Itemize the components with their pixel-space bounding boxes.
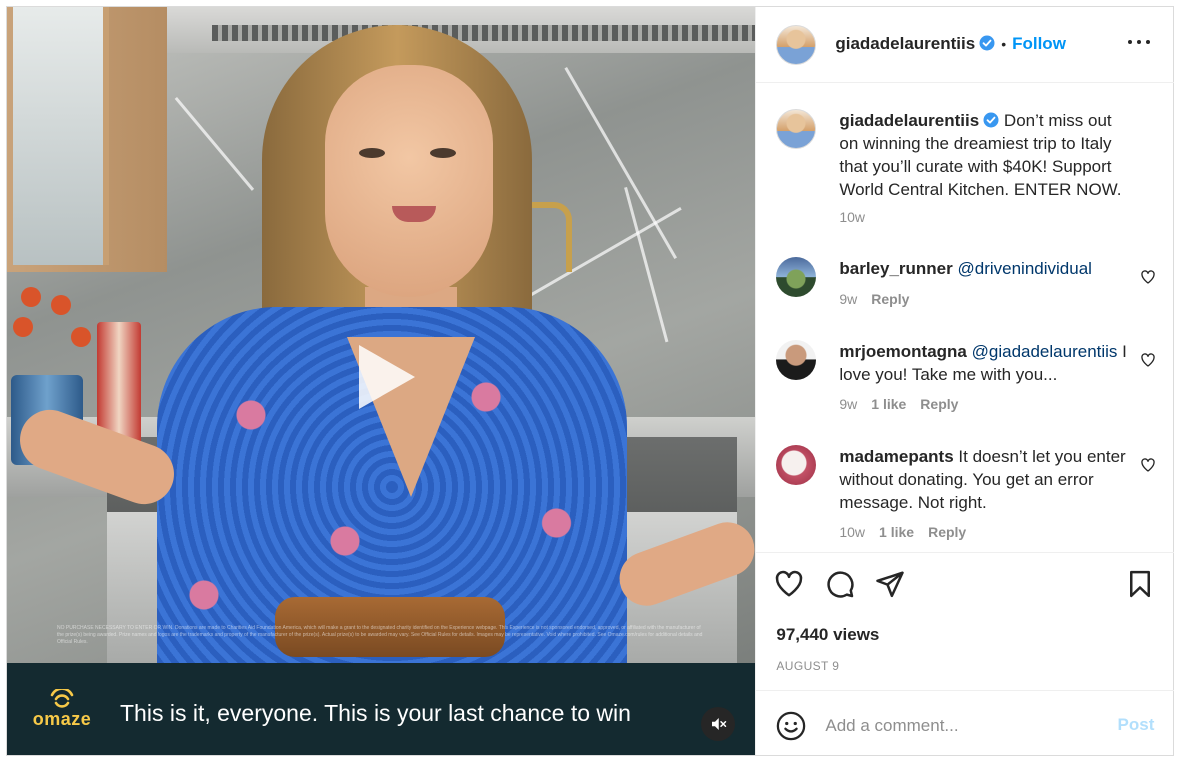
video-caption-bar: omaze This is it, everyone. This is your…	[7, 663, 756, 755]
comment-time[interactable]: 10w	[839, 524, 865, 540]
author-avatar[interactable]	[776, 109, 817, 149]
post-header: giadadelaurentiis • Follow	[756, 7, 1175, 83]
comments-list[interactable]: giadadelaurentiis Don’t miss out on winn…	[756, 84, 1174, 552]
commenter-avatar[interactable]	[776, 257, 817, 297]
comment-text[interactable]: @drivenindividual	[957, 259, 1091, 278]
presenter-eye	[359, 148, 385, 158]
post-details-panel: giadadelaurentiis • Follow giadadelaurenti…	[755, 7, 1175, 755]
like-heart-icon[interactable]	[774, 569, 804, 599]
omaze-wordmark: omaze	[32, 709, 92, 729]
video-player[interactable]: NO PURCHASE NECESSARY TO ENTER OR WIN. D…	[7, 7, 756, 755]
reply-button[interactable]: Reply	[871, 291, 909, 307]
comment-time[interactable]: 9w	[839, 291, 857, 307]
omaze-logo-icon	[50, 689, 74, 708]
flowers	[11, 287, 91, 367]
author-avatar[interactable]	[776, 25, 817, 65]
follow-button[interactable]: Follow	[1012, 34, 1066, 53]
video-frame[interactable]: NO PURCHASE NECESSARY TO ENTER OR WIN. D…	[7, 7, 756, 663]
post-comment-button[interactable]: Post	[1118, 715, 1155, 735]
commenter-avatar[interactable]	[776, 340, 817, 380]
reply-button[interactable]: Reply	[928, 524, 966, 540]
separator-dot: •	[1001, 36, 1007, 52]
comment-likes[interactable]: 1 like	[879, 524, 914, 540]
caption-time[interactable]: 10w	[839, 209, 865, 225]
comment-input[interactable]	[825, 713, 1096, 739]
comment-meta: 10w 1 like Reply	[839, 524, 980, 540]
comment-body: barley_runner @drivenindividual	[839, 257, 1129, 280]
play-button[interactable]	[343, 337, 423, 417]
comment-mention[interactable]: @giadadelaurentiis	[972, 342, 1118, 361]
muted-speaker-icon	[712, 718, 727, 730]
comment-body: madamepants It doesn’t let you enter wit…	[839, 445, 1129, 514]
caption-body: giadadelaurentiis Don’t miss out on winn…	[839, 109, 1129, 201]
comment-username[interactable]: barley_runner	[839, 259, 952, 278]
legal-disclaimer: NO PURCHASE NECESSARY TO ENTER OR WIN. D…	[57, 625, 703, 645]
caption-meta: 10w	[839, 209, 879, 225]
play-icon	[359, 345, 415, 409]
verified-badge-icon	[979, 35, 995, 51]
video-caption: This is it, everyone. This is your last …	[120, 700, 631, 726]
post-actions: 97,440 views AUGUST 9	[756, 552, 1175, 690]
view-count[interactable]: 97,440 views	[776, 625, 879, 645]
header-meta: giadadelaurentiis • Follow	[835, 34, 1066, 54]
glass-cabinet	[7, 7, 167, 272]
like-comment-icon[interactable]	[1140, 457, 1156, 473]
comment-meta: 9w Reply	[839, 291, 923, 307]
comment-body: mrjoemontagna @giadadelaurentiis I love …	[839, 340, 1129, 386]
emoji-icon[interactable]	[776, 711, 806, 741]
comment-composer: Post	[756, 690, 1175, 755]
caption-username[interactable]: giadadelaurentiis	[839, 111, 979, 130]
author-username[interactable]: giadadelaurentiis	[835, 34, 975, 53]
presenter-eye	[430, 148, 456, 158]
comment-bubble-icon[interactable]	[825, 569, 855, 599]
comment-username[interactable]: madamepants	[839, 447, 953, 466]
mute-button[interactable]	[701, 707, 735, 741]
share-send-icon[interactable]	[875, 569, 905, 599]
commenter-avatar[interactable]	[776, 445, 817, 485]
comment-time[interactable]: 9w	[839, 396, 857, 412]
post-date[interactable]: AUGUST 9	[776, 659, 839, 673]
more-options-icon[interactable]	[1128, 40, 1151, 48]
like-comment-icon[interactable]	[1140, 352, 1156, 368]
post-dialog: NO PURCHASE NECESSARY TO ENTER OR WIN. D…	[6, 6, 1175, 756]
save-bookmark-icon[interactable]	[1125, 569, 1155, 599]
comment-username[interactable]: mrjoemontagna	[839, 342, 967, 361]
omaze-logo: omaze	[27, 689, 97, 733]
comment-likes[interactable]: 1 like	[871, 396, 906, 412]
verified-badge-icon	[983, 112, 999, 128]
like-comment-icon[interactable]	[1140, 269, 1156, 285]
reply-button[interactable]: Reply	[920, 396, 958, 412]
comment-meta: 9w 1 like Reply	[839, 396, 972, 412]
presenter-face	[325, 65, 493, 297]
